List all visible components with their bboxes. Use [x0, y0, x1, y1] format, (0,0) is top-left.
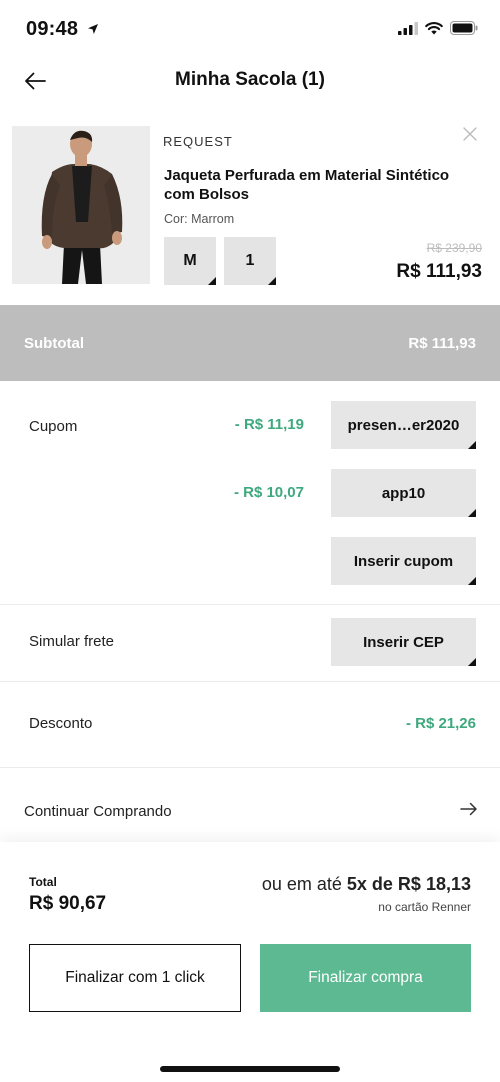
one-click-checkout-button[interactable]: Finalizar com 1 click — [29, 944, 241, 1012]
installment-info: ou em até 5x de R$ 18,13 — [262, 874, 471, 895]
remove-item-button[interactable] — [462, 126, 482, 146]
divider — [0, 604, 500, 605]
coupon-code-button[interactable]: app10 — [331, 469, 476, 517]
shipping-label: Simular frete — [29, 633, 115, 650]
checkout-panel: Total R$ 90,67 ou em até 5x de R$ 18,13 … — [0, 842, 500, 1082]
divider — [0, 767, 500, 768]
coupon-code: app10 — [381, 484, 426, 502]
add-coupon-label: Inserir cupom — [353, 552, 454, 570]
installment-prefix: ou em até — [261, 874, 342, 894]
coupon-discount: - R$ 10,07 — [233, 484, 304, 501]
insert-cep-button[interactable]: Inserir CEP — [331, 618, 476, 666]
header: Minha Sacola (1) — [0, 56, 500, 106]
home-indicator[interactable] — [160, 1066, 340, 1072]
original-price: R$ 239,90 — [426, 241, 482, 255]
page-title: Minha Sacola (1) — [175, 69, 325, 90]
current-price: R$ 111,93 — [396, 261, 482, 282]
subtotal-label: Subtotal — [24, 335, 84, 352]
discount-label: Desconto — [29, 715, 93, 732]
installment-note: no cartão Renner — [378, 900, 471, 914]
arrow-right-icon — [460, 802, 478, 821]
location-arrow-icon — [87, 22, 99, 40]
dropdown-corner-icon — [468, 658, 476, 666]
discount-value: - R$ 21,26 — [405, 715, 476, 732]
status-indicators — [398, 21, 478, 40]
status-bar: 09:48 — [0, 0, 500, 56]
continue-shopping-label: Continuar Comprando — [24, 803, 172, 820]
add-coupon-button[interactable]: Inserir cupom — [331, 537, 476, 585]
close-icon — [463, 127, 477, 141]
battery-icon — [450, 21, 478, 40]
wifi-icon — [425, 21, 443, 40]
dropdown-corner-icon — [468, 509, 476, 517]
status-time: 09:48 — [26, 18, 79, 40]
quantity-select[interactable]: 1 — [224, 237, 276, 285]
divider — [0, 681, 500, 682]
product-brand: REQUEST — [163, 134, 233, 149]
installment-value: 5x de R$ 18,13 — [346, 874, 471, 894]
dropdown-corner-icon — [468, 441, 476, 449]
subtotal-bar: Subtotal R$ 111,93 — [0, 305, 500, 381]
continue-shopping-link[interactable]: Continuar Comprando — [0, 786, 500, 836]
coupon-discount: - R$ 11,19 — [234, 416, 304, 433]
total-value: R$ 90,67 — [29, 893, 107, 914]
product-image[interactable] — [12, 126, 150, 284]
quantity-value: 1 — [245, 252, 255, 269]
product-color: Cor: Marrom — [164, 212, 235, 226]
dropdown-corner-icon — [468, 577, 476, 585]
coupon-code-button[interactable]: presen…er2020 — [331, 401, 476, 449]
cart-item: REQUEST Jaqueta Perfurada em Material Si… — [0, 118, 500, 298]
product-name[interactable]: Jaqueta Perfurada em Material Sintético … — [164, 166, 464, 204]
size-value: M — [183, 252, 197, 269]
coupon-label: Cupom — [29, 418, 78, 435]
subtotal-value: R$ 111,93 — [408, 335, 476, 352]
finalize-purchase-button[interactable]: Finalizar compra — [260, 944, 471, 1012]
dropdown-corner-icon — [268, 277, 276, 285]
size-select[interactable]: M — [164, 237, 216, 285]
total-label: Total — [29, 875, 57, 889]
signal-icon — [398, 21, 418, 40]
one-click-label: Finalizar com 1 click — [65, 969, 205, 986]
dropdown-corner-icon — [208, 277, 216, 285]
finalize-label: Finalizar compra — [308, 969, 423, 986]
coupon-code: presen…er2020 — [347, 416, 460, 434]
insert-cep-label: Inserir CEP — [363, 633, 444, 651]
